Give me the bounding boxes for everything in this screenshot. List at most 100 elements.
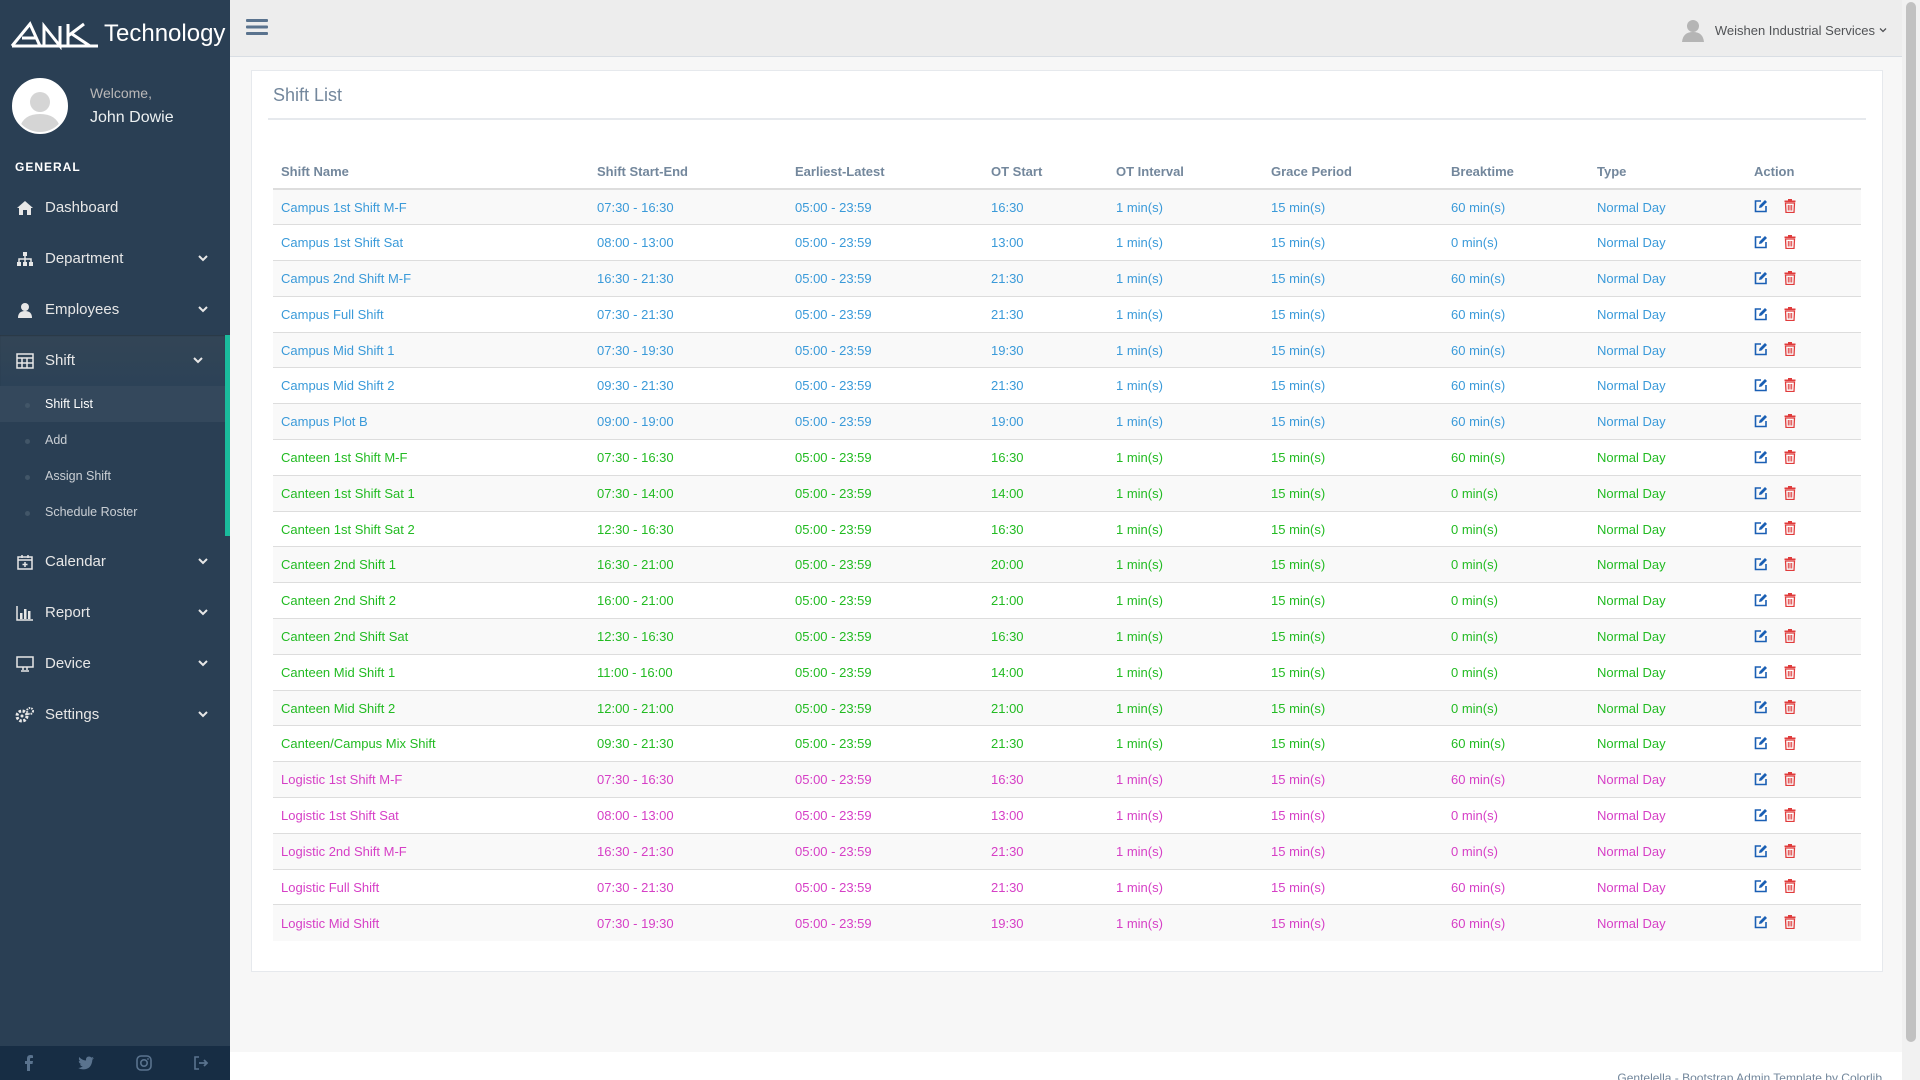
trash-icon[interactable] (1784, 270, 1800, 287)
facebook-icon[interactable] (19, 1053, 39, 1073)
bar-chart-icon (15, 603, 35, 623)
column-header[interactable]: Grace Period (1263, 154, 1443, 190)
shift-name-cell[interactable]: Logistic Mid Shift (273, 904, 589, 941)
trash-icon[interactable] (1784, 879, 1800, 895)
shift-name-cell[interactable]: Logistic 1st Shift M-F (273, 761, 589, 798)
edit-icon[interactable] (1754, 521, 1770, 537)
shift-name-cell[interactable]: Campus Mid Shift 2 (273, 367, 589, 404)
trash-icon[interactable] (1784, 700, 1800, 716)
sidebar-item-shift[interactable]: Shift (0, 335, 230, 386)
menu-toggle-icon[interactable] (245, 17, 269, 37)
trash-icon[interactable] (1784, 306, 1800, 323)
edit-icon[interactable] (1754, 450, 1770, 466)
column-header[interactable]: Earliest-Latest (787, 154, 983, 190)
shift-name-cell[interactable]: Canteen 2nd Shift 1 (273, 546, 589, 583)
edit-icon[interactable] (1754, 665, 1770, 681)
edit-icon[interactable] (1754, 199, 1770, 215)
action-cell (1746, 797, 1861, 834)
sidebar-item-report[interactable]: Report (0, 587, 230, 638)
trash-icon[interactable] (1784, 664, 1800, 681)
trash-icon[interactable] (1784, 915, 1800, 931)
shift-name-cell[interactable]: Campus 1st Shift M-F (273, 188, 589, 225)
shift-name-cell[interactable]: Campus Mid Shift 1 (273, 331, 589, 368)
trash-icon[interactable] (1784, 736, 1800, 752)
sidebar-item-device[interactable]: Device (0, 638, 230, 689)
edit-icon[interactable] (1754, 844, 1770, 860)
shift-name-cell[interactable]: Canteen 1st Shift Sat 2 (273, 510, 589, 547)
submenu-item-assign-shift[interactable]: Assign Shift (0, 458, 225, 494)
shift-name-cell[interactable]: Campus 1st Shift Sat (273, 224, 589, 261)
edit-icon[interactable] (1754, 772, 1770, 788)
trash-icon[interactable] (1784, 843, 1800, 860)
edit-icon[interactable] (1754, 557, 1770, 573)
instagram-icon[interactable] (134, 1053, 154, 1073)
shift-name-cell[interactable]: Canteen 1st Shift M-F (273, 439, 589, 476)
edit-icon[interactable] (1754, 915, 1770, 931)
trash-icon[interactable] (1784, 521, 1800, 537)
shift-name-cell[interactable]: Canteen/Campus Mix Shift (273, 725, 589, 762)
shift-name-cell[interactable]: Canteen Mid Shift 1 (273, 653, 589, 691)
trash-icon[interactable] (1784, 449, 1800, 466)
trash-icon[interactable] (1784, 378, 1800, 394)
trash-icon[interactable] (1784, 234, 1800, 251)
edit-icon[interactable] (1754, 593, 1770, 609)
shift-name-cell[interactable]: Logistic 1st Shift Sat (273, 797, 589, 834)
grace-period-cell: 15 min(s) (1263, 510, 1443, 547)
edit-icon[interactable] (1754, 235, 1770, 251)
shift-name-cell[interactable]: Canteen 2nd Shift 2 (273, 582, 589, 619)
edit-icon[interactable] (1754, 486, 1770, 502)
brand[interactable]: Technology (0, 0, 230, 68)
footer-credit[interactable]: Gentelella - Bootstrap Admin Template by… (1617, 1071, 1882, 1080)
sidebar-item-department[interactable]: Department (0, 233, 230, 284)
trash-icon[interactable] (1784, 485, 1800, 502)
sidebar-item-settings[interactable]: Settings (0, 689, 230, 740)
user-dropdown[interactable]: Weishen Industrial Services (1681, 18, 1887, 42)
edit-icon[interactable] (1754, 378, 1770, 394)
twitter-icon[interactable] (76, 1053, 96, 1073)
submenu-item-schedule-roster[interactable]: Schedule Roster (0, 494, 225, 530)
shift-name-cell[interactable]: Campus 2nd Shift M-F (273, 260, 589, 297)
earliest-latest-cell: 05:00 - 23:59 (787, 510, 983, 547)
submenu-item-add[interactable]: Add (0, 422, 225, 458)
submenu-item-shift-list[interactable]: Shift List (0, 386, 225, 422)
page-scrollbar[interactable] (1902, 0, 1920, 1080)
edit-icon[interactable] (1754, 307, 1770, 323)
trash-icon[interactable] (1784, 342, 1800, 358)
column-header[interactable]: OT Interval (1108, 154, 1263, 190)
trash-icon[interactable] (1784, 199, 1800, 215)
trash-icon[interactable] (1784, 771, 1800, 788)
edit-icon[interactable] (1754, 342, 1770, 358)
column-header[interactable]: OT Start (983, 154, 1108, 190)
edit-icon[interactable] (1754, 414, 1770, 430)
shift-name-cell[interactable]: Campus Plot B (273, 403, 589, 440)
shift-name-cell[interactable]: Logistic Full Shift (273, 868, 589, 905)
column-header[interactable]: Shift Start-End (589, 154, 787, 190)
column-header[interactable]: Shift Name (273, 154, 589, 190)
edit-icon[interactable] (1754, 700, 1770, 716)
trash-icon[interactable] (1784, 807, 1800, 824)
ot-start-cell: 16:30 (983, 761, 1108, 798)
shift-name-cell[interactable]: Canteen Mid Shift 2 (273, 689, 589, 726)
sidebar-item-employees[interactable]: Employees (0, 284, 230, 335)
shift-name-cell[interactable]: Canteen 1st Shift Sat 1 (273, 474, 589, 512)
trash-icon[interactable] (1784, 413, 1800, 430)
scrollbar-thumb[interactable] (1906, 2, 1916, 1042)
edit-icon[interactable] (1754, 736, 1770, 752)
grace-period-cell: 15 min(s) (1263, 295, 1443, 333)
sidebar-item-dashboard[interactable]: Dashboard (0, 182, 230, 233)
shift-name-cell[interactable]: Logistic 2nd Shift M-F (273, 832, 589, 870)
edit-icon[interactable] (1754, 629, 1770, 645)
logout-icon[interactable] (191, 1053, 211, 1073)
shift-name-cell[interactable]: Campus Full Shift (273, 295, 589, 333)
column-header[interactable]: Breaktime (1443, 154, 1589, 190)
ot-start-cell: 20:00 (983, 546, 1108, 583)
trash-icon[interactable] (1784, 592, 1800, 609)
shift-name-cell[interactable]: Canteen 2nd Shift Sat (273, 618, 589, 655)
trash-icon[interactable] (1784, 628, 1800, 645)
edit-icon[interactable] (1754, 808, 1770, 824)
trash-icon[interactable] (1784, 557, 1800, 573)
edit-icon[interactable] (1754, 271, 1770, 287)
edit-icon[interactable] (1754, 879, 1770, 895)
sidebar-item-calendar[interactable]: Calendar (0, 536, 230, 587)
column-header[interactable]: Type (1589, 154, 1746, 190)
